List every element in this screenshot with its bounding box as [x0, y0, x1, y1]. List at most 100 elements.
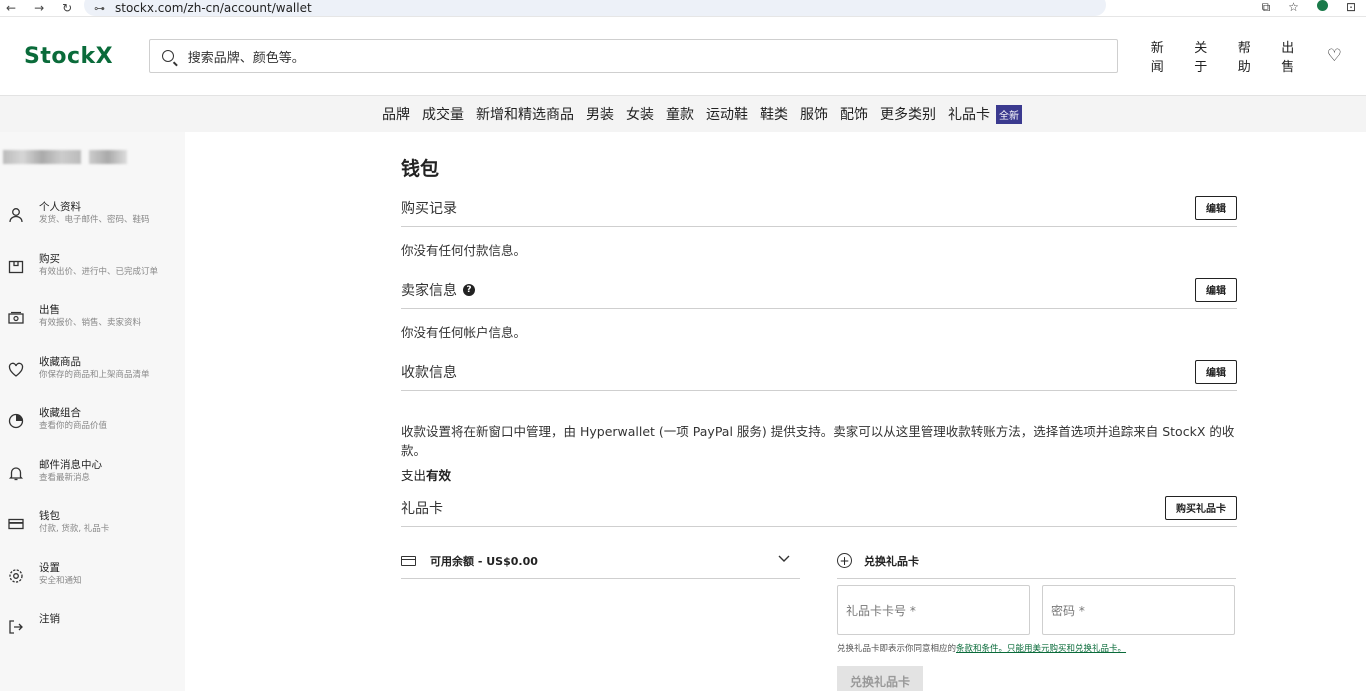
install-app-icon[interactable]: ⧉ — [1262, 0, 1271, 15]
top-nav: 新闻 关于 帮助 出售 ♡ — [1151, 37, 1342, 75]
payout-status-label: 支出 — [401, 468, 427, 483]
sidebar-item-sub: 有效出价、进行中、已完成订单 — [39, 266, 159, 277]
sidebar-item-selling[interactable]: 出售 有效报价、销售、卖家资料 — [0, 303, 185, 355]
gift-card-number-placeholder: 礼品卡卡号 * — [846, 603, 916, 618]
category-women[interactable]: 女装 — [626, 104, 654, 124]
payout-title: 收款信息 — [401, 364, 457, 381]
sidebar-item-settings[interactable]: 设置 安全和通知 — [0, 561, 185, 613]
gear-icon — [7, 567, 25, 585]
gift-balance-accordion[interactable]: 可用余额 - US$0.00 — [401, 543, 800, 579]
new-badge: 全新 — [996, 104, 1022, 124]
sidebar-item-buying[interactable]: 购买 有效出价、进行中、已完成订单 — [0, 252, 185, 304]
nav-news[interactable]: 新闻 — [1151, 37, 1177, 75]
sidebar-item-sub: 查看最新消息 — [39, 472, 91, 483]
seller-title: 卖家信息 — [401, 282, 457, 299]
favorites-heart-icon[interactable]: ♡ — [1327, 46, 1342, 66]
sidebar-item-logout[interactable]: 注销 — [0, 612, 185, 664]
seller-section-header: 卖家信息 ? 编辑 — [401, 271, 1237, 309]
url-text[interactable]: stockx.com/zh-cn/account/wallet — [115, 1, 312, 15]
translate-icon[interactable]: ⊡ — [1346, 0, 1356, 15]
browser-actions: ⧉ ☆ ⊡ — [1262, 0, 1356, 15]
sidebar-item-portfolio[interactable]: 收藏组合 查看你的商品价值 — [0, 406, 185, 458]
payout-section-header: 收款信息 编辑 — [401, 353, 1237, 391]
sidebar-item-sub: 查看你的商品价值 — [39, 421, 108, 431]
account-sidebar: 个人资料 发货、电子邮件、密码、鞋码 购买 有效出价、进行中、已完成订单 出售 … — [0, 132, 185, 691]
edit-payout-button[interactable]: 编辑 — [1195, 359, 1237, 384]
sidebar-item-sub: 安全和通知 — [39, 575, 82, 586]
bookmark-star-icon[interactable]: ☆ — [1288, 0, 1299, 15]
category-kids[interactable]: 童款 — [666, 104, 694, 124]
site-header: StockX 搜索品牌、颜色等。 新闻 关于 帮助 出售 ♡ — [0, 17, 1366, 95]
redeem-header[interactable]: + 兑换礼品卡 — [837, 543, 1236, 579]
redeem-gift-card-button[interactable]: 兑换礼品卡 — [837, 666, 923, 691]
buy-gift-card-button[interactable]: 购买礼品卡 — [1165, 495, 1237, 520]
payout-description: 收款设置将在新窗口中管理，由 Hyperwallet (一项 PayPal 服务… — [401, 424, 1235, 458]
category-men[interactable]: 男装 — [586, 104, 614, 124]
back-arrow-icon[interactable]: ← — [6, 1, 16, 15]
sidebar-item-messages[interactable]: 邮件消息中心 查看最新消息 — [0, 458, 185, 510]
nav-sell[interactable]: 出售 — [1281, 37, 1307, 75]
category-sneakers[interactable]: 运动鞋 — [706, 104, 748, 124]
wallet-main: 钱包 购买记录 编辑 你没有任何付款信息。 卖家信息 ? 编辑 你没有任何帐户信… — [185, 132, 1366, 691]
seller-empty-text: 你没有任何帐户信息。 — [401, 324, 527, 340]
gift-balance-text: 可用余额 - US$0.00 — [430, 554, 538, 568]
browser-toolbar: ← → ↻ ⊶ stockx.com/zh-cn/account/wallet … — [0, 0, 1366, 17]
nav-about[interactable]: 关于 — [1194, 37, 1220, 75]
plus-circle-icon: + — [837, 553, 852, 568]
chevron-down-icon[interactable] — [778, 552, 790, 566]
edit-seller-button[interactable]: 编辑 — [1195, 277, 1237, 302]
sidebar-item-label: 钱包 — [39, 510, 60, 522]
credit-card-icon — [401, 555, 416, 566]
sidebar-item-favorites[interactable]: 收藏商品 你保存的商品和上架商品清单 — [0, 355, 185, 407]
box-icon — [7, 258, 25, 276]
stockx-logo[interactable]: StockX — [24, 44, 149, 69]
pie-chart-icon — [7, 412, 25, 430]
redeem-title: 兑换礼品卡 — [864, 554, 919, 568]
nav-help[interactable]: 帮助 — [1238, 37, 1264, 75]
user-icon — [7, 206, 25, 224]
category-gift-cards[interactable]: 礼品卡 — [948, 104, 990, 124]
site-settings-icon[interactable]: ⊶ — [94, 2, 105, 15]
redeem-gift-card-panel: + 兑换礼品卡 礼品卡卡号 * 密码 * 兑换礼品卡即表示你同意相应的条款和条件… — [837, 543, 1236, 691]
browser-nav: ← → ↻ — [0, 1, 72, 15]
gift-section-header: 礼品卡 购买礼品卡 — [401, 489, 1237, 527]
help-icon[interactable]: ? — [463, 283, 475, 296]
category-new-featured[interactable]: 新增和精选商品 — [476, 104, 574, 124]
cash-icon — [7, 309, 25, 327]
payment-empty-text: 你没有任何付款信息。 — [401, 242, 527, 258]
category-brands[interactable]: 品牌 — [382, 104, 410, 124]
terms-prefix: 兑换礼品卡即表示你同意相应的 — [837, 644, 957, 654]
sidebar-item-label: 注销 — [39, 613, 60, 625]
forward-arrow-icon[interactable]: → — [34, 1, 44, 15]
sidebar-item-label: 购买 — [39, 252, 60, 265]
payout-status: 支出有效 — [401, 465, 1237, 489]
payout-status-value: 有效 — [426, 468, 452, 483]
purchase-section-header: 购买记录 编辑 — [401, 189, 1237, 227]
sidebar-item-label: 邮件消息中心 — [39, 458, 102, 471]
gift-card-pin-field[interactable]: 密码 * — [1042, 585, 1235, 635]
sidebar-item-label: 个人资料 — [39, 201, 81, 213]
category-apparel[interactable]: 服饰 — [800, 104, 828, 124]
terms-link[interactable]: 条款和条件。只能用美元购买和兑换礼品卡。 — [956, 644, 1126, 654]
sidebar-item-wallet[interactable]: 钱包 付款, 货款, 礼品卡 — [0, 509, 185, 561]
sidebar-item-sub: 发货、电子邮件、密码、鞋码 — [39, 215, 150, 225]
reload-icon[interactable]: ↻ — [62, 1, 72, 15]
category-shoes[interactable]: 鞋类 — [760, 104, 788, 124]
redeem-fields: 礼品卡卡号 * 密码 * — [837, 585, 1236, 635]
sidebar-item-profile[interactable]: 个人资料 发货、电子邮件、密码、鞋码 — [0, 200, 185, 252]
sidebar-item-label: 收藏商品 — [39, 355, 81, 368]
category-accessories[interactable]: 配饰 — [840, 104, 868, 124]
gift-card-number-field[interactable]: 礼品卡卡号 * — [837, 585, 1030, 635]
gift-card-pin-placeholder: 密码 * — [1051, 603, 1085, 618]
gift-card-row: 可用余额 - US$0.00 + 兑换礼品卡 礼品卡卡号 * 密码 * 兑换礼品… — [401, 543, 1237, 691]
address-bar[interactable]: ⊶ stockx.com/zh-cn/account/wallet — [84, 0, 1106, 16]
edit-payment-button[interactable]: 编辑 — [1195, 195, 1237, 220]
sidebar-item-label: 设置 — [39, 561, 60, 574]
category-more[interactable]: 更多类别 — [880, 104, 936, 124]
category-volume[interactable]: 成交量 — [422, 104, 464, 124]
search-input[interactable]: 搜索品牌、颜色等。 — [148, 39, 1118, 73]
sidebar-item-sub: 你保存的商品和上架商品清单 — [39, 369, 150, 380]
category-bar: 品牌 成交量 新增和精选商品 男装 女装 童款 运动鞋 鞋类 服饰 配饰 更多类… — [0, 95, 1366, 132]
sidebar-item-label: 收藏组合 — [39, 407, 81, 419]
extension-icon[interactable] — [1316, 0, 1328, 11]
